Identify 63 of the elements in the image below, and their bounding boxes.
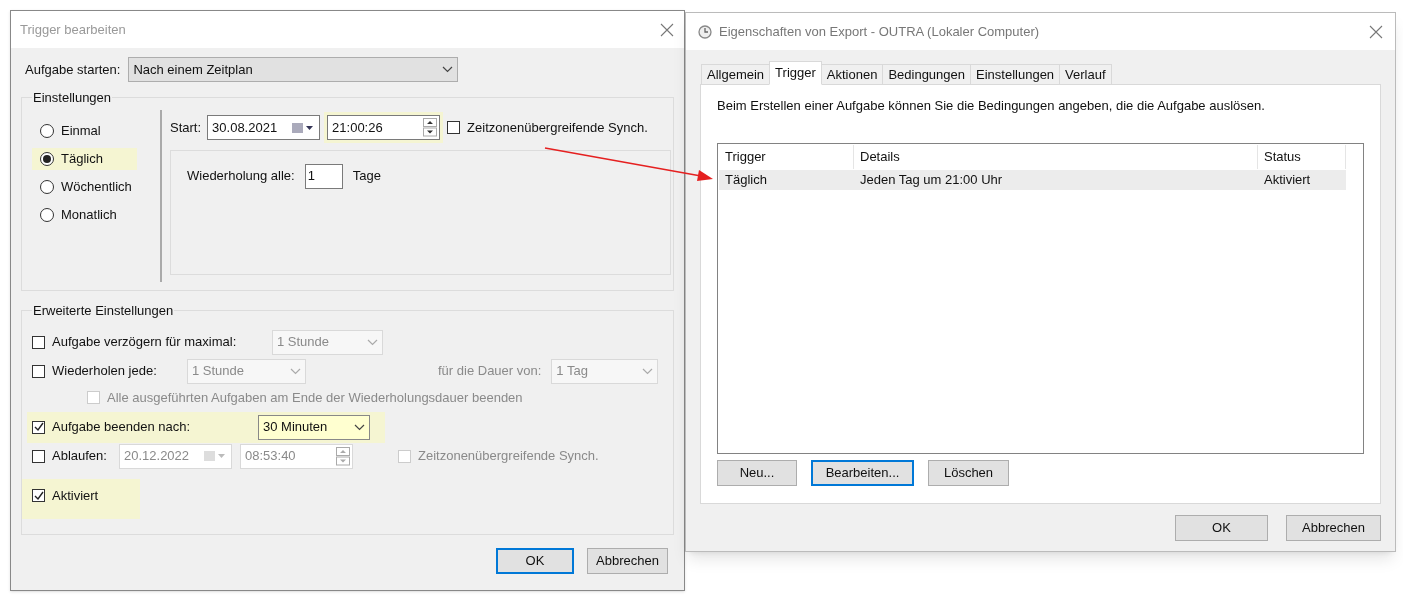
- radio-option[interactable]: Täglich: [32, 147, 137, 170]
- column-header[interactable]: Status: [1258, 144, 1346, 169]
- group-title: Erweiterte Einstellungen: [32, 302, 175, 320]
- checkbox-label: Aufgabe verzögern für maximal:: [52, 333, 237, 352]
- checkbox-label: Alle ausgeführten Aufgaben am Ende der Wiederholungsdauer beenden: [107, 388, 523, 407]
- close-icon[interactable]: [660, 22, 674, 37]
- column-header[interactable]: Details: [854, 144, 1258, 169]
- table-cell-text: Jeden Tag um 21:00 Uhr: [859, 170, 1004, 189]
- dialog-button[interactable]: Abbrechen: [1286, 515, 1381, 541]
- dialog-button[interactable]: Neu...: [717, 459, 797, 486]
- tab[interactable]: Verlauf: [1059, 64, 1112, 85]
- checkbox[interactable]: [32, 449, 45, 463]
- dialog-button[interactable]: Abbrechen: [587, 548, 668, 574]
- dialog-button[interactable]: OK: [1175, 515, 1268, 541]
- checkbox[interactable]: [32, 335, 45, 349]
- checkbox[interactable]: [32, 489, 45, 502]
- window-title: Eigenschaften von Export - OUTRA (Lokaler Computer): [719, 22, 1040, 41]
- repeat-unit: Tage: [352, 167, 381, 186]
- column-header[interactable]: Trigger: [719, 144, 854, 169]
- checkbox-label: Zeitzonenübergreifende Synch.: [418, 447, 599, 466]
- description-text: Beim Erstellen einer Aufgabe können Sie die Bedingungen angeben, die die Aufgabe auslösen.: [717, 97, 1266, 115]
- radio-option[interactable]: Wöchentlich: [32, 175, 137, 198]
- time-field[interactable]: 21:00:26: [327, 115, 441, 140]
- repeat-input[interactable]: 1: [304, 163, 343, 189]
- checkbox-label: Ablaufen:: [52, 447, 107, 466]
- checkbox-label: Zeitzonenübergreifende Synch.: [467, 118, 648, 137]
- radio-option[interactable]: Monatlich: [32, 203, 137, 226]
- chevron-down-icon: [442, 66, 454, 73]
- start-label: Start:: [170, 118, 202, 137]
- table-cell-text: Täglich: [724, 170, 768, 189]
- spinner-arrows-icon[interactable]: [423, 118, 438, 137]
- dropdown[interactable]: Nach einem Zeitplan: [128, 57, 459, 82]
- checkbox-label: Aufgabe beenden nach:: [52, 418, 191, 437]
- checkbox[interactable]: [32, 420, 45, 434]
- window-title: Trigger bearbeiten: [20, 20, 126, 39]
- calendar-icon: [203, 450, 227, 462]
- date-field[interactable]: 30.08.2021: [207, 115, 321, 140]
- checkbox-label: Aktiviert: [52, 486, 99, 505]
- calendar-icon: [291, 121, 316, 134]
- tab[interactable]: Trigger: [769, 61, 822, 85]
- dialog-button[interactable]: Bearbeiten...: [811, 459, 914, 486]
- clock-icon: [698, 24, 712, 39]
- date-field[interactable]: 20.12.2022: [119, 443, 232, 469]
- chevron-down-icon: [354, 423, 365, 431]
- dialog-button[interactable]: OK: [496, 548, 574, 574]
- table-cell-text: Aktiviert: [1263, 170, 1312, 189]
- duration-label: für die Dauer von:: [438, 362, 542, 381]
- checkbox[interactable]: [32, 364, 45, 378]
- chevron-down-icon: [367, 338, 378, 346]
- time-field[interactable]: 08:53:40: [240, 443, 353, 469]
- dropdown[interactable]: 30 Minuten: [258, 414, 370, 440]
- start-task-label: Aufgabe starten:: [25, 60, 121, 79]
- chevron-down-icon: [290, 367, 301, 375]
- group-title: Einstellungen: [32, 89, 113, 107]
- radio-option[interactable]: Einmal: [32, 119, 137, 142]
- table-row[interactable]: Täglich Jeden Tag um 21:00 Uhr Aktiviert: [719, 169, 1346, 190]
- checkbox-label: Wiederholen jede:: [52, 362, 157, 381]
- checkbox[interactable]: [447, 121, 461, 134]
- chevron-down-icon: [642, 367, 654, 375]
- close-icon[interactable]: [1369, 24, 1383, 39]
- repeat-label: Wiederholung alle:: [187, 167, 295, 186]
- tab[interactable]: Einstellungen: [970, 64, 1061, 85]
- dialog-button[interactable]: Löschen: [928, 459, 1009, 486]
